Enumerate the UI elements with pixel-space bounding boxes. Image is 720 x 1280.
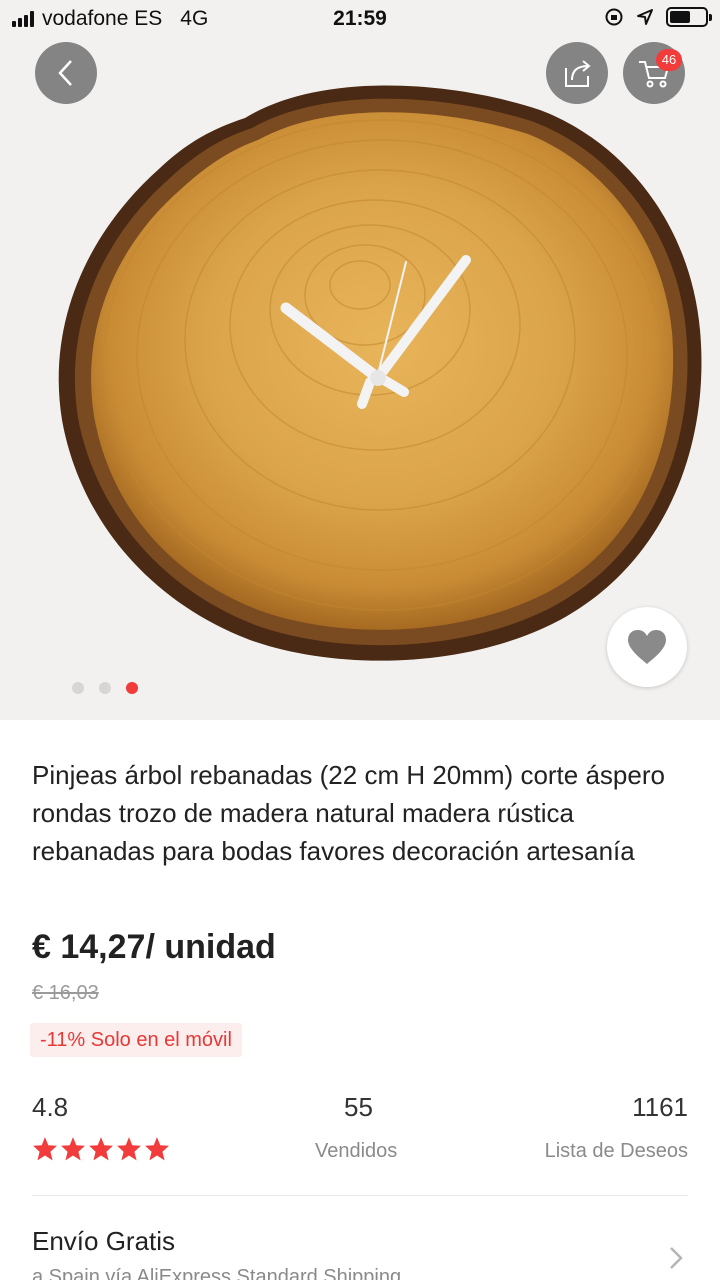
cart-button[interactable]: 46 — [623, 42, 685, 104]
product-image-gallery[interactable] — [0, 0, 720, 720]
star-icon — [117, 1137, 141, 1161]
location-icon — [637, 9, 653, 25]
shipping-subtitle: a Spain vía AliExpress Standard Shipping — [32, 1266, 402, 1280]
status-bar: vodafone ES 4G 21:59 — [0, 0, 720, 38]
rating-value: 4.8 — [32, 1092, 69, 1122]
cart-count-badge: 46 — [656, 49, 682, 71]
original-price: € 16,03 — [32, 982, 99, 1004]
star-icon — [89, 1137, 113, 1161]
star-icon — [61, 1137, 85, 1161]
gallery-dot-active[interactable] — [126, 682, 138, 694]
product-stats: 4.8 55 1161 Vendidos Lista de Deseos — [32, 1092, 688, 1172]
divider — [32, 1195, 688, 1196]
star-icon — [33, 1137, 57, 1161]
star-icon — [145, 1137, 169, 1161]
sold-count: 55 — [344, 1092, 373, 1122]
wishlist-label: Lista de Deseos — [544, 1140, 688, 1162]
rotation-lock-icon — [605, 8, 623, 26]
mobile-discount-badge: -11% Solo en el móvil — [30, 1023, 242, 1057]
battery-icon — [666, 7, 712, 27]
chevron-right-icon[interactable] — [668, 1245, 684, 1271]
share-icon — [565, 60, 591, 87]
wishlist-count: 1161 — [632, 1092, 688, 1122]
sold-label: Vendidos — [315, 1140, 398, 1162]
wishlist-button[interactable] — [607, 607, 687, 687]
chevron-left-icon — [58, 60, 72, 86]
heart-icon — [628, 630, 666, 664]
gallery-dot[interactable] — [72, 682, 84, 694]
product-title: Pinjeas árbol rebanadas (22 cm H 20mm) c… — [32, 760, 665, 866]
shipping-title[interactable]: Envío Gratis — [32, 1226, 175, 1257]
rating-stars[interactable] — [32, 1136, 170, 1162]
product-image — [58, 85, 702, 661]
back-button[interactable] — [35, 42, 97, 104]
share-button[interactable] — [546, 42, 608, 104]
product-price: € 14,27/ unidad — [32, 928, 276, 966]
gallery-dot[interactable] — [99, 682, 111, 694]
gallery-page-indicator — [72, 682, 138, 694]
